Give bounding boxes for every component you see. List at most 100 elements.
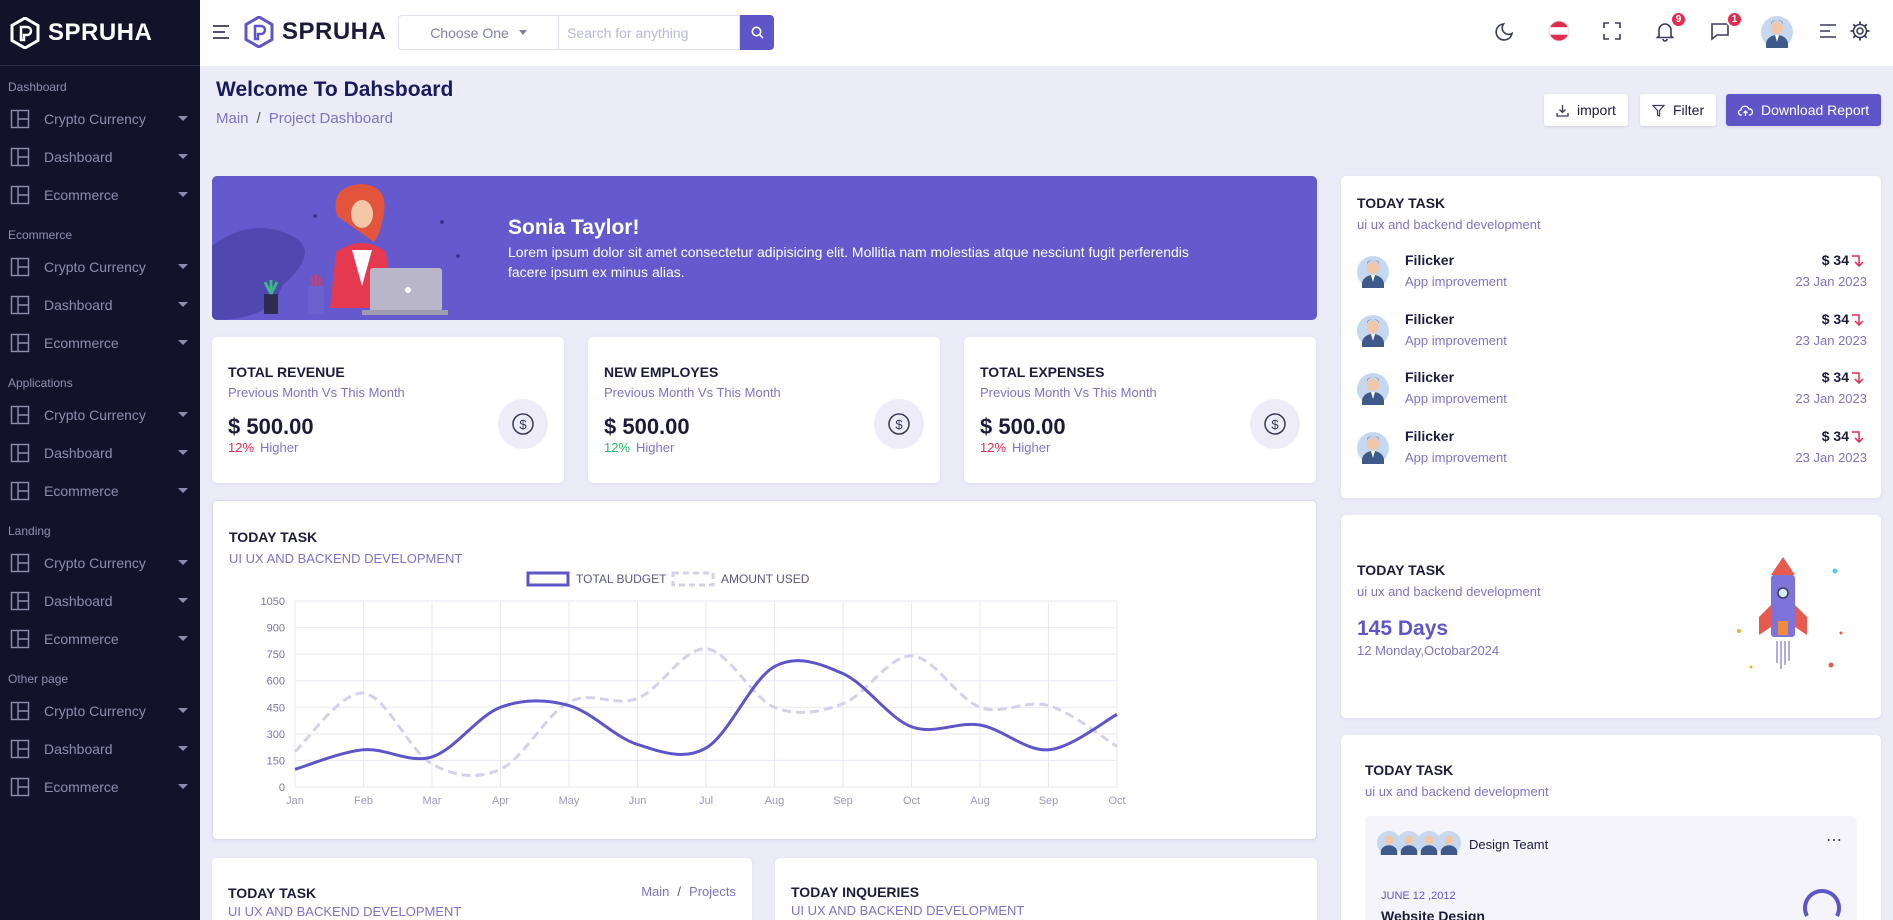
search-button[interactable]: [740, 15, 774, 50]
y-tick-label: 1050: [261, 596, 285, 608]
team-name: Design Teamt: [1469, 837, 1549, 852]
task-desc: App improvement: [1405, 391, 1507, 406]
sidebar-item[interactable]: Ecommerce: [0, 472, 200, 510]
y-tick-label: 600: [267, 676, 285, 688]
import-button[interactable]: import: [1544, 94, 1628, 126]
sidebar-item[interactable]: Dashboard: [0, 434, 200, 472]
grid-icon: [10, 295, 30, 315]
team-card: TODAY TASK ui ux and backend development…: [1341, 735, 1881, 920]
days-card: TODAY TASK ui ux and backend development…: [1341, 515, 1881, 718]
app-name: SPRUHA: [282, 18, 387, 45]
x-tick-label: Sep: [1039, 795, 1059, 807]
task-row[interactable]: Filicker App improvement $ 34 23 Jan 202…: [1357, 252, 1867, 310]
logo-icon: [244, 16, 274, 48]
download-report-label: Download Report: [1761, 102, 1870, 118]
x-tick-label: Jun: [629, 795, 647, 807]
search-input[interactable]: [558, 15, 740, 50]
task-price: $ 34: [1821, 252, 1849, 268]
chevron-down-icon: [178, 746, 188, 751]
sidebar-item[interactable]: Ecommerce: [0, 620, 200, 658]
sidebar-section-title: Other page: [8, 672, 69, 686]
grid-icon: [10, 405, 30, 425]
sidebar-item[interactable]: Crypto Currency: [0, 544, 200, 582]
dollar-icon: $: [874, 399, 924, 449]
message-badge: 1: [1726, 11, 1743, 28]
chart-card-subtitle: UI UX AND BACKEND DEVELOPMENT: [229, 551, 463, 566]
task-price-group: $ 34: [1822, 252, 1867, 268]
card-subtitle: ui ux and backend development: [1357, 584, 1541, 599]
svg-text:$: $: [519, 417, 527, 432]
sidebar-item[interactable]: Crypto Currency: [0, 692, 200, 730]
sidebar-item[interactable]: Ecommerce: [0, 176, 200, 214]
filter-label: Filter: [1673, 102, 1705, 118]
cloud-upload-icon: [1738, 105, 1753, 116]
sidebar-item-label: Ecommerce: [44, 335, 119, 351]
task-row[interactable]: Filicker App improvement $ 34 23 Jan 202…: [1357, 311, 1867, 369]
chevron-down-icon: [178, 784, 188, 789]
sidebar: SPRUHA Dashboard Crypto Currency Dashboard…: [0, 0, 200, 920]
sidebar-item-label: Ecommerce: [44, 631, 119, 647]
breadcrumb: Main / Projects: [641, 884, 736, 899]
stat-card-revenue: TOTAL REVENUE Previous Month Vs This Mon…: [212, 337, 564, 483]
sidebar-item[interactable]: Crypto Currency: [0, 396, 200, 434]
sidebar-item[interactable]: Crypto Currency: [0, 248, 200, 286]
avatar: [1437, 831, 1461, 855]
task-row[interactable]: Filicker App improvement $ 34 23 Jan 202…: [1357, 369, 1867, 427]
stat-value: $ 500.00: [980, 414, 1066, 439]
list-icon[interactable]: [1818, 20, 1838, 42]
gear-icon[interactable]: [1849, 20, 1871, 42]
x-tick-label: May: [559, 795, 580, 807]
task-price-group: $ 34: [1822, 428, 1867, 444]
sidebar-section-title: Ecommerce: [8, 228, 73, 242]
breadcrumb-current[interactable]: Projects: [689, 884, 736, 899]
moon-icon[interactable]: [1494, 20, 1516, 42]
sidebar-section-title: Applications: [8, 376, 73, 390]
fullscreen-icon[interactable]: [1601, 20, 1623, 42]
chart-card-title: TODAY TASK: [229, 529, 318, 545]
sidebar-item-label: Crypto Currency: [44, 111, 146, 127]
task-price: $ 34: [1821, 310, 1849, 327]
sidebar-item[interactable]: Dashboard: [0, 138, 200, 176]
task-date: 23 Jan 2023: [1795, 332, 1867, 348]
team-project-item[interactable]: Design Teamt ⋯ JUNE 12 ,2012 Website Des…: [1365, 816, 1857, 920]
filter-button[interactable]: Filter: [1640, 94, 1717, 126]
sidebar-item[interactable]: Dashboard: [0, 286, 200, 324]
menu-icon[interactable]: [212, 24, 230, 40]
avatar[interactable]: [1761, 16, 1793, 48]
grid-icon: [10, 481, 30, 501]
sidebar-section-title: Landing: [8, 524, 51, 538]
project-name: Website Design: [1381, 908, 1485, 920]
task-row[interactable]: Filicker App improvement $ 34 23 Jan 202…: [1357, 428, 1867, 486]
welcome-message: Lorem ipsum dolor sit amet consectetur a…: [508, 244, 1189, 280]
breadcrumb-main[interactable]: Main: [641, 884, 669, 899]
grid-icon: [10, 257, 30, 277]
today-task-card: TODAY TASK ui ux and backend development…: [1341, 176, 1881, 498]
task-price: $ 34: [1821, 369, 1849, 385]
more-options-icon[interactable]: ⋯: [1826, 830, 1843, 850]
chevron-down-icon: [178, 636, 188, 641]
avatar: [1357, 314, 1389, 347]
sidebar-item[interactable]: Ecommerce: [0, 768, 200, 806]
category-select[interactable]: Choose One: [398, 15, 558, 50]
stat-value: $ 500.00: [604, 414, 690, 439]
sidebar-item-label: Dashboard: [44, 593, 113, 609]
sidebar-item[interactable]: Dashboard: [0, 582, 200, 620]
y-tick-label: 450: [267, 702, 285, 714]
notification-badge: 9: [1670, 11, 1687, 28]
download-report-button[interactable]: Download Report: [1726, 94, 1882, 126]
sidebar-item[interactable]: Crypto Currency: [0, 100, 200, 138]
card-title: TODAY TASK: [1365, 762, 1454, 778]
sidebar-logo[interactable]: SPRUHA: [0, 0, 200, 66]
grid-icon: [10, 777, 30, 797]
header-logo[interactable]: SPRUHA: [244, 16, 386, 48]
rocket-illustration: [1737, 557, 1843, 669]
x-tick-label: Aug: [765, 795, 785, 807]
stat-subtitle: Previous Month Vs This Month: [980, 385, 1157, 400]
sidebar-item[interactable]: Ecommerce: [0, 324, 200, 362]
progress-ring: [1803, 889, 1841, 917]
grid-icon: [10, 185, 30, 205]
breadcrumb-main[interactable]: Main: [216, 110, 249, 127]
flag-icon[interactable]: [1548, 20, 1570, 42]
card-title: TODAY INQUERIES: [791, 884, 920, 900]
sidebar-item[interactable]: Dashboard: [0, 730, 200, 768]
